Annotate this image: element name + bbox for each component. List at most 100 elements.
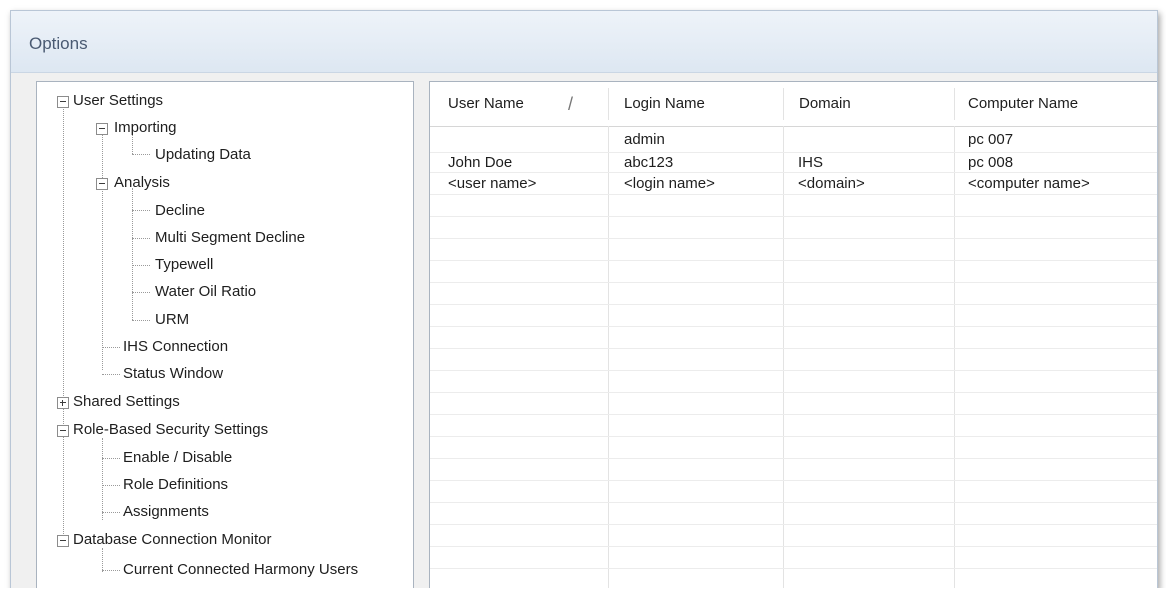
row-line [430, 304, 1157, 305]
tree-item-label: Water Oil Ratio [155, 283, 257, 300]
tree-connector [102, 374, 120, 375]
tree-item-role-based-security-settings[interactable]: Role-Based Security Settings [55, 417, 268, 443]
cell-computer-name[interactable]: pc 007 [968, 130, 1013, 150]
tree-connector [132, 238, 150, 239]
column-header-login-name[interactable]: Login Name [608, 82, 783, 126]
tree-item-label: User Settings [73, 92, 164, 109]
row-line [430, 436, 1157, 437]
collapse-icon[interactable] [96, 178, 108, 190]
column-line [954, 126, 955, 589]
tree-item-water-oil-ratio[interactable]: Water Oil Ratio [155, 279, 256, 305]
row-line [430, 392, 1157, 393]
tree-connector [132, 154, 150, 155]
tree-item-label: Database Connection Monitor [73, 531, 272, 548]
tree-item-database-connection-monitor[interactable]: Database Connection Monitor [55, 527, 271, 553]
column-header-label: Login Name [624, 95, 705, 112]
tree-item-label: Status Window [123, 365, 224, 382]
tree-connector [102, 512, 120, 513]
tree-item-user-settings[interactable]: User Settings [55, 88, 163, 114]
cell-login-name[interactable]: abc123 [624, 153, 673, 173]
cell-domain[interactable]: IHS [798, 153, 823, 173]
tree-connector [102, 438, 103, 520]
tree-item-label: Role Definitions [123, 476, 229, 493]
row-line [430, 370, 1157, 371]
connected-users-grid[interactable]: User Name / Login Name Domain Computer N… [429, 81, 1157, 589]
window-title: Options [29, 34, 88, 53]
row-line [430, 216, 1157, 217]
tree-item-label: Current Connected Harmony Users [123, 561, 359, 578]
column-header-computer-name[interactable]: Computer Name [954, 82, 1157, 126]
row-line [430, 546, 1157, 547]
tree-item-label: URM [155, 311, 190, 328]
tree-item-importing[interactable]: Importing [92, 115, 177, 141]
tree-connector [102, 485, 120, 486]
tree-connector [132, 188, 133, 320]
tree-connector [132, 210, 150, 211]
tree-item-typewell[interactable]: Typewell [155, 252, 213, 278]
tree-connector [132, 320, 150, 321]
tree-item-decline[interactable]: Decline [155, 198, 205, 224]
collapse-icon[interactable] [57, 535, 69, 547]
collapse-icon[interactable] [96, 123, 108, 135]
tree-item-role-definitions[interactable]: Role Definitions [123, 472, 228, 498]
tree-item-urm[interactable]: URM [155, 307, 189, 333]
cell-computer-name[interactable]: <computer name> [968, 174, 1090, 194]
tree-item-label: Updating Data [155, 146, 251, 163]
cell-computer-name[interactable]: pc 008 [968, 153, 1013, 173]
column-line [608, 126, 609, 589]
tree-item-label: Shared Settings [73, 393, 180, 410]
row-line [430, 568, 1157, 569]
tree-item-ihs-connection[interactable]: IHS Connection [123, 334, 228, 360]
title-bar[interactable]: Options [11, 11, 1157, 73]
tree-item-enable-disable[interactable]: Enable / Disable [123, 445, 232, 471]
column-line [783, 126, 784, 589]
tree-connector [63, 106, 64, 534]
row-line [430, 348, 1157, 349]
options-window: Options User Settings Importing Updating… [10, 10, 1158, 590]
grid-header: User Name / Login Name Domain Computer N… [430, 82, 1157, 127]
settings-tree[interactable]: User Settings Importing Updating Data An… [36, 81, 414, 589]
column-header-label: Domain [799, 95, 851, 112]
row-line [430, 172, 1157, 173]
tree-item-label: Assignments [123, 503, 209, 520]
tree-connector [102, 132, 103, 370]
collapse-icon[interactable] [57, 425, 69, 437]
tree-item-assignments[interactable]: Assignments [123, 499, 209, 525]
tree-item-status-window[interactable]: Status Window [123, 361, 223, 387]
tree-item-updating-data[interactable]: Updating Data [155, 142, 251, 168]
sort-indicator-icon: / [568, 94, 574, 114]
tree-item-current-connected-harmony-users[interactable]: Current Connected Harmony Users [123, 557, 358, 583]
column-header-user-name[interactable]: User Name / [430, 82, 608, 126]
row-line [430, 458, 1157, 459]
row-line [430, 194, 1157, 195]
cell-login-name[interactable]: <login name> [624, 174, 715, 194]
tree-item-label: Decline [155, 202, 206, 219]
tree-connector [102, 347, 120, 348]
tree-item-label: IHS Connection [123, 338, 229, 355]
expand-icon[interactable] [57, 397, 69, 409]
tree-item-label: Multi Segment Decline [155, 229, 306, 246]
torn-edge-margin [0, 588, 1166, 611]
tree-connector [132, 292, 150, 293]
tree-connector [132, 265, 150, 266]
options-content: User Settings Importing Updating Data An… [11, 73, 1157, 589]
tree-item-shared-settings[interactable]: Shared Settings [55, 389, 180, 415]
tree-item-label: Enable / Disable [123, 449, 233, 466]
column-header-label: User Name [448, 95, 524, 112]
cell-domain[interactable]: <domain> [798, 174, 865, 194]
cell-login-name[interactable]: admin [624, 130, 665, 150]
cell-user-name[interactable]: John Doe [448, 153, 512, 173]
tree-item-multi-segment-decline[interactable]: Multi Segment Decline [155, 225, 305, 251]
cell-user-name[interactable]: <user name> [448, 174, 536, 194]
column-header-domain[interactable]: Domain [783, 82, 954, 126]
tree-connector [102, 458, 120, 459]
row-line [430, 502, 1157, 503]
tree-item-analysis[interactable]: Analysis [92, 170, 170, 196]
tree-item-label: Typewell [155, 256, 214, 273]
row-line [430, 524, 1157, 525]
tree-item-label: Role-Based Security Settings [73, 421, 269, 438]
row-line [430, 260, 1157, 261]
collapse-icon[interactable] [57, 96, 69, 108]
row-line [430, 238, 1157, 239]
row-line [430, 414, 1157, 415]
